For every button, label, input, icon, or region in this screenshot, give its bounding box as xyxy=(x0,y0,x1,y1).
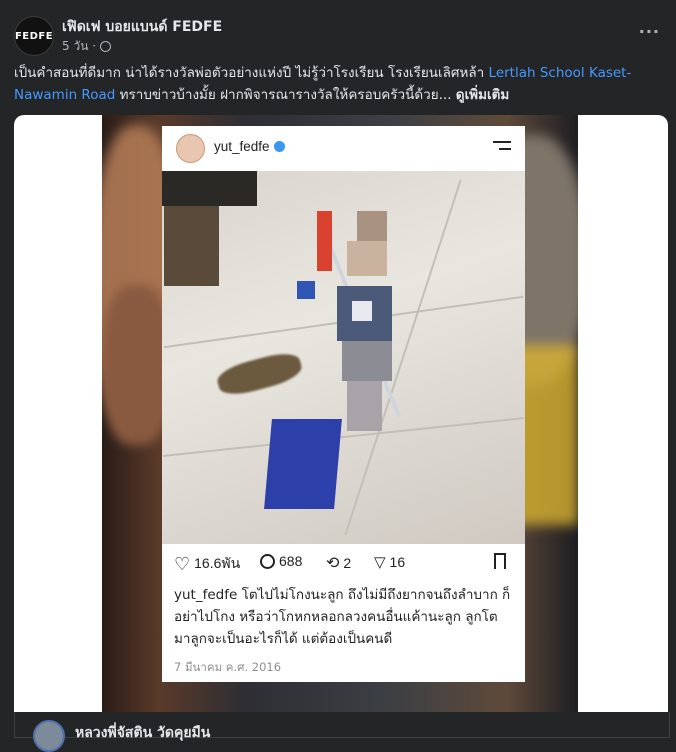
ig-caption-user: yut_fedfe xyxy=(174,587,238,603)
ig-username: yut_fedfe xyxy=(214,139,285,154)
ig-comments: 688 xyxy=(260,553,302,569)
caption-text-2: ทราบข่าวบ้างมั้ย ฝากพิจารณารางวัลให้ครอบ… xyxy=(115,87,456,103)
floor-tile-line xyxy=(162,417,525,457)
broom xyxy=(214,348,305,400)
dark-floor-corner xyxy=(162,171,257,206)
avatar-logo-text: FEDFE xyxy=(14,30,54,42)
top-comment: หลวงพี่จัสติน วัดคุยมืน xyxy=(14,712,670,752)
caption-text: เป็นคำสอนที่ดีมาก น่าได้รางวัลพ่อตัวอย่า… xyxy=(14,65,489,81)
ig-action-bar: ♡ 16.6พัน 688 ⟲ 2 ▽ 16 xyxy=(174,553,514,577)
ig-likes: ♡ 16.6พัน xyxy=(174,553,240,575)
ig-avatar xyxy=(176,134,205,163)
pixelated-child xyxy=(297,211,407,441)
public-globe-icon xyxy=(100,41,112,52)
instagram-screenshot-card: yut_fedfe ♡ 16.6พัน 688 ⟲ 2 ▽ 16 yut_fed… xyxy=(162,126,525,682)
post-header: FEDFE เฟิดเฟ บอยแบนด์ FEDFE 5 วัน · ··· xyxy=(0,0,676,62)
ig-header: yut_fedfe xyxy=(162,126,525,171)
commenter-avatar[interactable] xyxy=(33,720,65,752)
ig-date: 7 มีนาคม ค.ศ. 2016 xyxy=(174,660,282,674)
post-meta: 5 วัน · xyxy=(62,37,112,56)
ig-shares: ▽ 16 xyxy=(374,553,405,571)
commenter-name[interactable]: หลวงพี่จัสติน วัดคุยมืน xyxy=(75,722,210,744)
post-caption: เป็นคำสอนที่ดีมาก น่าได้รางวัลพ่อตัวอย่า… xyxy=(14,62,664,106)
post-media[interactable]: yut_fedfe ♡ 16.6พัน 688 ⟲ 2 ▽ 16 yut_fed… xyxy=(14,115,668,715)
verified-badge-icon xyxy=(273,141,285,152)
ig-comment-count: 688 xyxy=(279,553,303,569)
ig-reposts: ⟲ 2 xyxy=(326,553,351,573)
ig-repost-count: 2 xyxy=(343,555,352,571)
wooden-cart xyxy=(164,206,219,286)
send-icon: ▽ xyxy=(374,554,386,571)
ig-like-count: 16.6พัน xyxy=(194,555,241,571)
ig-menu-icon xyxy=(493,141,511,153)
blue-dustpan xyxy=(264,419,342,509)
ig-share-count: 16 xyxy=(389,554,406,570)
see-more-link[interactable]: ดูเพิ่มเติม xyxy=(456,87,509,103)
page-name-link[interactable]: เฟิดเฟ บอยแบนด์ FEDFE xyxy=(62,16,222,38)
post-photo[interactable]: yut_fedfe ♡ 16.6พัน 688 ⟲ 2 ▽ 16 yut_fed… xyxy=(102,115,578,715)
bookmark-icon xyxy=(494,553,506,569)
heart-icon: ♡ xyxy=(174,553,191,574)
comment-bubble-icon xyxy=(260,553,275,569)
more-options-icon[interactable]: ··· xyxy=(639,22,660,41)
ig-caption: yut_fedfe โตไปไม่โกงนะลูก ถึงไม่มีถึงยาก… xyxy=(174,584,514,650)
ig-photo xyxy=(162,171,525,544)
repost-icon: ⟲ xyxy=(326,555,340,572)
page-avatar[interactable]: FEDFE xyxy=(14,16,54,56)
post-time[interactable]: 5 วัน · xyxy=(62,37,96,56)
